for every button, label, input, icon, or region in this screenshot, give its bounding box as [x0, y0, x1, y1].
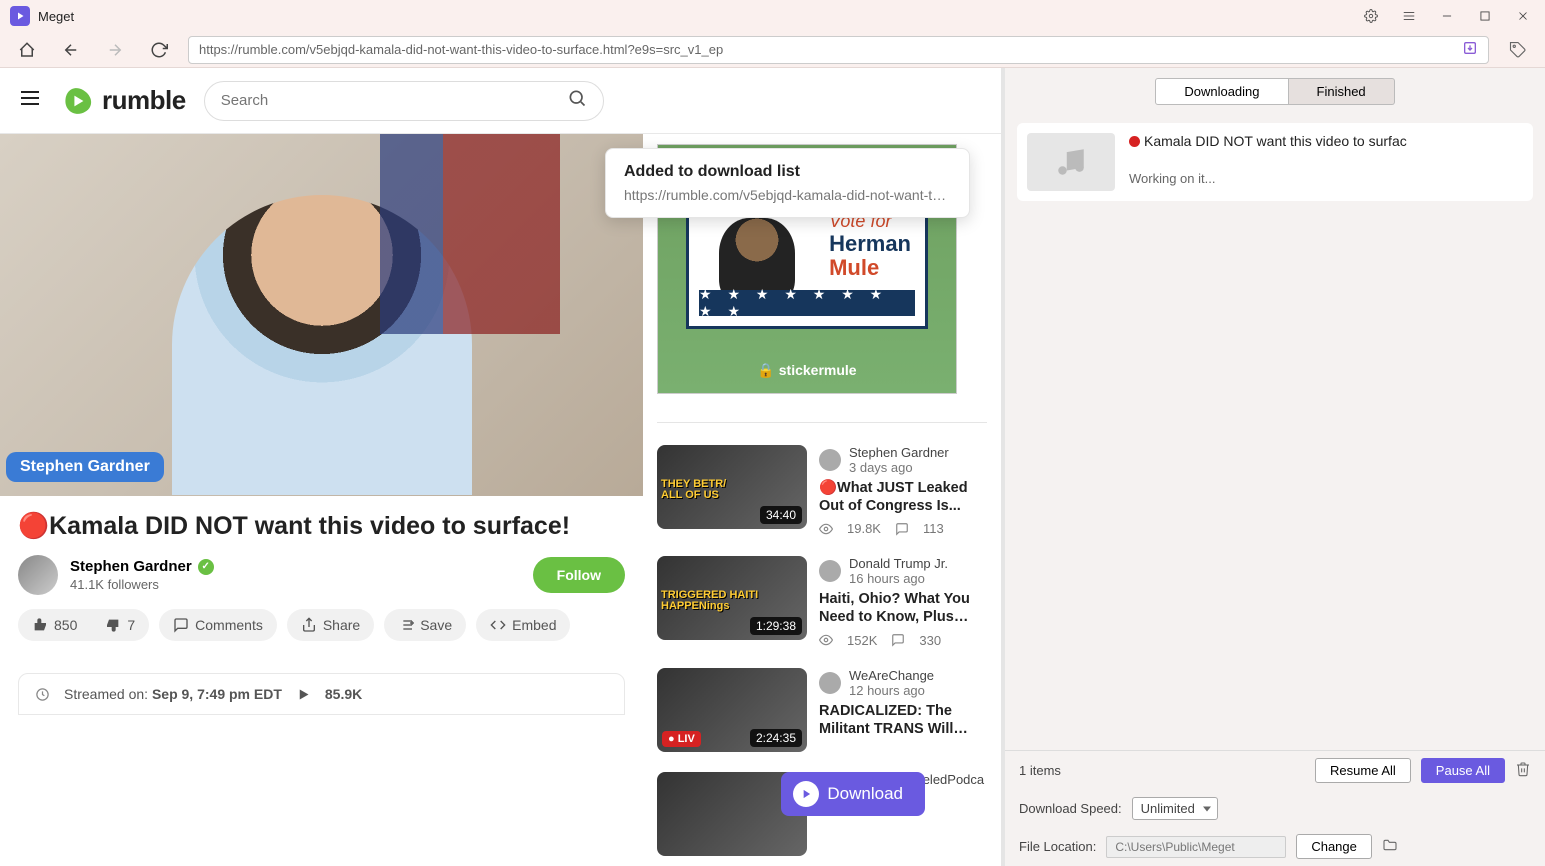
related-thumbnail[interactable]: TRIGGERED HAITIHAPPENings1:29:38 — [657, 556, 807, 640]
pause-all-button[interactable]: Pause All — [1421, 758, 1505, 783]
resume-all-button[interactable]: Resume All — [1315, 758, 1411, 783]
related-avatar — [819, 449, 841, 471]
video-meta: Streamed on: Sep 9, 7:49 pm EDT 85.9K — [18, 673, 625, 715]
share-button[interactable]: Share — [287, 609, 374, 641]
play-icon — [296, 687, 311, 702]
forward-button[interactable] — [100, 35, 130, 65]
browser-pane: rumble Added to download list https://ru… — [0, 68, 1005, 866]
related-video-card[interactable]: ● LIV 2:24:35 WeAreChange12 hours ago RAD… — [657, 668, 987, 752]
dislike-button[interactable]: 7 — [91, 609, 149, 641]
search-box[interactable] — [204, 81, 604, 121]
toast-url: https://rumble.com/v5ebjqd-kamala-did-no… — [624, 187, 951, 203]
site-header: rumble — [0, 68, 1001, 134]
rumble-logo-icon — [60, 83, 96, 119]
home-button[interactable] — [12, 35, 42, 65]
related-title: 🔴What JUST Leaked Out of Congress Is... — [819, 479, 987, 515]
speed-label: Download Speed: — [1019, 801, 1122, 816]
follower-count: 41.1K followers — [70, 577, 521, 592]
url-text: https://rumble.com/v5ebjqd-kamala-did-no… — [199, 42, 723, 57]
site-menu-button[interactable] — [18, 86, 42, 115]
tab-finished[interactable]: Finished — [1289, 78, 1395, 105]
tag-icon[interactable] — [1503, 35, 1533, 65]
download-footer: 1 items Resume All Pause All Download Sp… — [1005, 750, 1545, 866]
related-author: WeAreChange — [849, 668, 934, 683]
related-time: 3 days ago — [849, 460, 949, 475]
open-folder-icon[interactable] — [1382, 837, 1398, 856]
video-title: 🔴Kamala DID NOT want this video to surfa… — [0, 496, 643, 551]
related-thumbnail[interactable]: THEY BETR/ALL OF US34:40 — [657, 445, 807, 529]
change-location-button[interactable]: Change — [1296, 834, 1372, 859]
related-author: Donald Trump Jr. — [849, 556, 948, 571]
ad-close-icon[interactable]: ✕ — [1001, 142, 1005, 159]
channel-name[interactable]: Stephen Gardner — [70, 558, 521, 575]
video-duration: 2:24:35 — [750, 729, 802, 747]
video-bg-flag — [380, 134, 560, 334]
toast-title: Added to download list — [624, 163, 951, 181]
download-thumbnail — [1027, 133, 1115, 191]
channel-avatar[interactable] — [18, 555, 58, 595]
related-time: 16 hours ago — [849, 571, 948, 586]
app-icon — [10, 6, 30, 26]
back-button[interactable] — [56, 35, 86, 65]
video-player[interactable]: Stephen Gardner — [0, 134, 643, 496]
download-item-title: Kamala DID NOT want this video to surfac — [1129, 133, 1523, 149]
speed-select[interactable]: Unlimited — [1132, 797, 1218, 820]
download-tabs: Downloading Finished — [1005, 68, 1545, 115]
rumble-logo[interactable]: rumble — [60, 83, 186, 119]
related-video-card[interactable]: THEY BETR/ALL OF US34:40 Stephen Gardner… — [657, 445, 987, 536]
related-avatar — [819, 560, 841, 582]
delete-icon[interactable] — [1515, 761, 1531, 780]
ad-stars: ★ ★ ★ ★ ★ ★ ★ ★ ★ — [699, 290, 915, 316]
app-menu-icon[interactable] — [1397, 4, 1421, 28]
download-item[interactable]: Kamala DID NOT want this video to surfac… — [1017, 123, 1533, 201]
verified-icon — [198, 559, 214, 575]
download-button[interactable]: Download — [781, 772, 925, 816]
maximize-button[interactable] — [1473, 4, 1497, 28]
like-button[interactable]: 850 — [18, 609, 91, 641]
related-avatar — [819, 672, 841, 694]
rumble-logo-text: rumble — [102, 85, 186, 116]
address-bar[interactable]: https://rumble.com/v5ebjqd-kamala-did-no… — [188, 36, 1489, 64]
ad-brand: 🔒 stickermule — [658, 362, 956, 379]
embed-button[interactable]: Embed — [476, 609, 570, 641]
location-path: C:\Users\Public\Meget — [1106, 836, 1286, 858]
clock-icon — [35, 687, 50, 702]
minimize-button[interactable] — [1435, 4, 1459, 28]
video-duration: 1:29:38 — [750, 617, 802, 635]
download-toast: Added to download list https://rumble.co… — [605, 148, 970, 218]
related-title: Haiti, Ohio? What You Need to Know, Plus… — [819, 590, 987, 626]
download-button-icon — [793, 781, 819, 807]
related-time: 12 hours ago — [849, 683, 934, 698]
download-item-status: Working on it... — [1129, 171, 1523, 186]
browser-toolbar: https://rumble.com/v5ebjqd-kamala-did-no… — [0, 32, 1545, 68]
search-input[interactable] — [221, 92, 567, 109]
related-title: RADICALIZED: The Militant TRANS Will Kee… — [819, 702, 987, 738]
related-author: Stephen Gardner — [849, 445, 949, 460]
reload-button[interactable] — [144, 35, 174, 65]
item-count: 1 items — [1019, 763, 1061, 778]
video-name-overlay: Stephen Gardner — [6, 452, 164, 482]
tab-downloading[interactable]: Downloading — [1155, 78, 1288, 105]
download-url-icon[interactable] — [1462, 40, 1478, 59]
related-thumbnail[interactable]: ● LIV 2:24:35 — [657, 668, 807, 752]
title-bar: Meget — [0, 0, 1545, 32]
location-label: File Location: — [1019, 839, 1096, 854]
close-button[interactable] — [1511, 4, 1535, 28]
follow-button[interactable]: Follow — [533, 557, 625, 593]
app-title: Meget — [38, 9, 74, 24]
save-button[interactable]: Save — [384, 609, 466, 641]
download-panel: Downloading Finished Kamala DID NOT want… — [1005, 68, 1545, 866]
video-duration: 34:40 — [760, 506, 802, 524]
settings-icon[interactable] — [1359, 4, 1383, 28]
live-badge: ● LIV — [662, 731, 701, 747]
search-icon[interactable] — [567, 88, 587, 113]
related-video-card[interactable]: TRIGGERED HAITIHAPPENings1:29:38 Donald … — [657, 556, 987, 647]
comments-button[interactable]: Comments — [159, 609, 277, 641]
